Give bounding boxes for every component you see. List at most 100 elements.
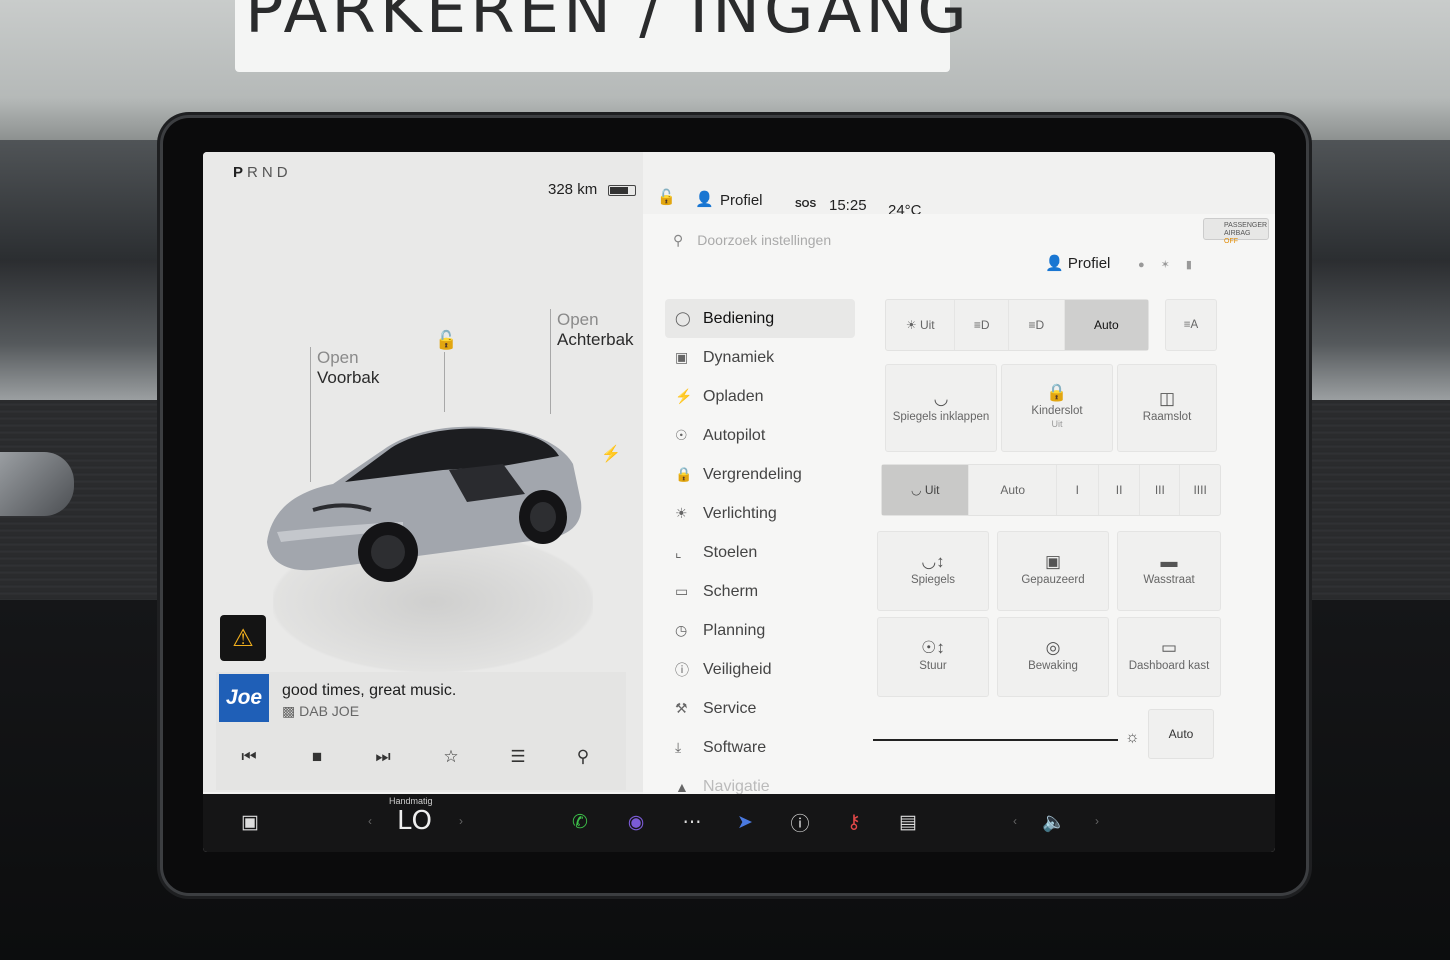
window-lock-button[interactable]: ◫ Raamslot: [1117, 364, 1217, 452]
profile-button-secondary[interactable]: 👤 Profiel: [1045, 254, 1110, 272]
carwash-button[interactable]: ▬ Wasstraat: [1117, 531, 1221, 611]
steering-adjust-button[interactable]: ☉↕ Stuur: [877, 617, 989, 697]
climate-temperature[interactable]: LO: [397, 806, 433, 836]
frunk-open-button[interactable]: Open Voorbak: [317, 348, 379, 388]
navigation-icon: ▲: [675, 778, 689, 795]
media-title: good times, great music.: [282, 682, 457, 699]
carwash-icon: ▬: [1160, 552, 1178, 571]
dashcam-button[interactable]: ▣ Gepauzeerd: [997, 531, 1109, 611]
menu-item-veiligheid[interactable]: ⓘ Veiligheid: [665, 650, 855, 689]
volume-icon[interactable]: 🔈: [1039, 806, 1069, 838]
volume-up-chevron[interactable]: ›: [1095, 814, 1099, 828]
temp-down-chevron[interactable]: ‹: [368, 814, 372, 828]
menu-item-dynamiek[interactable]: ▣ Dynamiek: [665, 338, 855, 377]
car-panel: PRND 328 km Open Voorbak Open Achterbak …: [203, 152, 643, 792]
stop-icon[interactable]: ■: [302, 742, 332, 772]
navigation-app-icon[interactable]: ➤: [730, 806, 760, 838]
media-player: Joe good times, great music. ▩ DAB JOE ⏮…: [216, 672, 626, 790]
joystick-icon[interactable]: ⚷: [839, 806, 869, 838]
wipers-auto-label: Auto: [1000, 483, 1026, 497]
lock-icon: 🔒: [675, 466, 693, 482]
camera-icon[interactable]: ◉: [621, 806, 651, 838]
sentry-button[interactable]: ◎ Bewaking: [997, 617, 1109, 697]
settings-menu: ◯ Bediening ▣ Dynamiek ⚡ Opladen ☉ Autopilot…: [665, 299, 855, 806]
lights-auto-option[interactable]: Auto: [1064, 300, 1148, 350]
touchscreen: PRND 328 km Open Voorbak Open Achterbak …: [203, 152, 1275, 852]
wipers-off-option[interactable]: ◡ Uit: [882, 465, 970, 515]
media-source: ▩ DAB JOE: [282, 703, 360, 719]
menu-item-stoelen[interactable]: ⌞ Stoelen: [665, 533, 855, 572]
menu-item-verlichting[interactable]: ☀ Verlichting: [665, 494, 855, 533]
settings-search-input[interactable]: ⚲ Doorzoek instellingen: [673, 232, 831, 249]
next-icon[interactable]: ⏭: [368, 742, 398, 772]
brightness-slider[interactable]: [873, 739, 1118, 741]
lights-off-option[interactable]: ☀ Uit: [886, 300, 956, 350]
menu-item-opladen[interactable]: ⚡ Opladen: [665, 377, 855, 416]
auto-high-beam-icon[interactable]: ≡A: [1165, 299, 1217, 351]
car-icon[interactable]: ▣: [233, 806, 267, 838]
temp-up-chevron[interactable]: ›: [459, 814, 463, 828]
menu-item-scherm[interactable]: ▭ Scherm: [665, 572, 855, 611]
media-controls: ⏮ ■ ⏭ ☆ ☰ ⚲: [216, 742, 626, 772]
equalizer-icon[interactable]: ☰: [503, 742, 533, 772]
wipers-speed-2-label: II: [1115, 483, 1123, 497]
manual-icon[interactable]: ⓘ: [785, 806, 815, 838]
wipers-off-label: Uit: [924, 483, 940, 497]
search-placeholder: Doorzoek instellingen: [697, 232, 832, 248]
low-beam-icon[interactable]: ≡D: [1009, 300, 1065, 350]
connectivity-icons: ●✶▮: [1138, 259, 1208, 271]
favorite-icon[interactable]: ☆: [436, 742, 466, 772]
mirror-icon: ◡: [933, 389, 949, 408]
charge-port-icon[interactable]: ⚡: [601, 444, 621, 464]
glovebox-button[interactable]: ▭ Dashboard kast: [1117, 617, 1221, 697]
lock-status-icon[interactable]: 🔓: [657, 188, 676, 206]
glovebox-icon: ▭: [1160, 638, 1178, 657]
menu-item-service[interactable]: ⚒ Service: [665, 689, 855, 728]
wipers-speed-4-label: IIII: [1193, 483, 1207, 497]
wipers-segmented-control: ◡ Uit Auto I II III IIII: [881, 464, 1221, 516]
glovebox-label: Dashboard kast: [1128, 660, 1210, 672]
trunk-action: Open: [557, 310, 599, 329]
brightness-auto-button[interactable]: Auto: [1148, 709, 1214, 759]
search-icon[interactable]: ⚲: [568, 742, 598, 772]
fold-mirrors-button[interactable]: ◡ Spiegels inklappen: [885, 364, 997, 452]
menu-label: Service: [703, 699, 757, 717]
wipers-speed-3[interactable]: III: [1140, 465, 1181, 515]
menu-item-bediening[interactable]: ◯ Bediening: [665, 299, 855, 338]
mirrors-adjust-button[interactable]: ◡↕ Spiegels: [877, 531, 989, 611]
menu-item-planning[interactable]: ◷ Planning: [665, 611, 855, 650]
taskbar: ▣ ‹ Handmatig LO › ✆ ◉ ⋯ ➤ ⓘ ⚷ ▤ ‹ 🔈 ›: [203, 794, 1275, 852]
menu-item-software[interactable]: ⤓ Software: [665, 728, 855, 767]
lights-segmented-control: ☀ Uit ≡D ≡D Auto: [885, 299, 1149, 351]
wipers-speed-1-label: I: [1075, 483, 1080, 497]
menu-item-vergrendeling[interactable]: 🔒 Vergrendeling: [665, 455, 855, 494]
car-unlock-icon[interactable]: 🔓: [435, 330, 457, 351]
volume-down-chevron[interactable]: ‹: [1013, 814, 1017, 828]
mirror-adjust-icon: ◡↕: [921, 552, 945, 571]
previous-icon[interactable]: ⏮: [234, 742, 264, 772]
wipers-speed-4[interactable]: IIII: [1180, 465, 1220, 515]
wrench-icon: ⚒: [675, 700, 688, 716]
door-handle: [0, 452, 74, 516]
parking-lights-icon[interactable]: ≡D: [955, 300, 1010, 350]
energy-icon[interactable]: ▤: [893, 806, 923, 838]
menu-label: Bediening: [703, 309, 775, 327]
wipers-speed-2[interactable]: II: [1099, 465, 1141, 515]
child-lock-button[interactable]: 🔒 Kinderslot Uit: [1001, 364, 1113, 452]
more-apps-icon[interactable]: ⋯: [677, 806, 707, 838]
car-model-image: [267, 426, 582, 582]
toggle-icon: ◯: [675, 310, 691, 326]
warning-button[interactable]: ⚠: [220, 615, 266, 661]
phone-icon[interactable]: ✆: [565, 806, 595, 838]
menu-item-autopilot[interactable]: ☉ Autopilot: [665, 416, 855, 455]
child-lock-label: Kinderslot: [1031, 404, 1083, 417]
menu-label: Dynamiek: [703, 348, 775, 366]
profile-icon[interactable]: 👤: [695, 190, 714, 208]
lights-off-label: Uit: [919, 318, 935, 332]
wipers-auto-option[interactable]: Auto: [969, 465, 1057, 515]
wipers-speed-1[interactable]: I: [1057, 465, 1099, 515]
trunk-open-button[interactable]: Open Achterbak: [557, 310, 634, 350]
sos-button[interactable]: SOS: [795, 199, 816, 210]
carwash-label: Wasstraat: [1143, 574, 1195, 586]
profile-button[interactable]: Profiel: [720, 192, 763, 209]
